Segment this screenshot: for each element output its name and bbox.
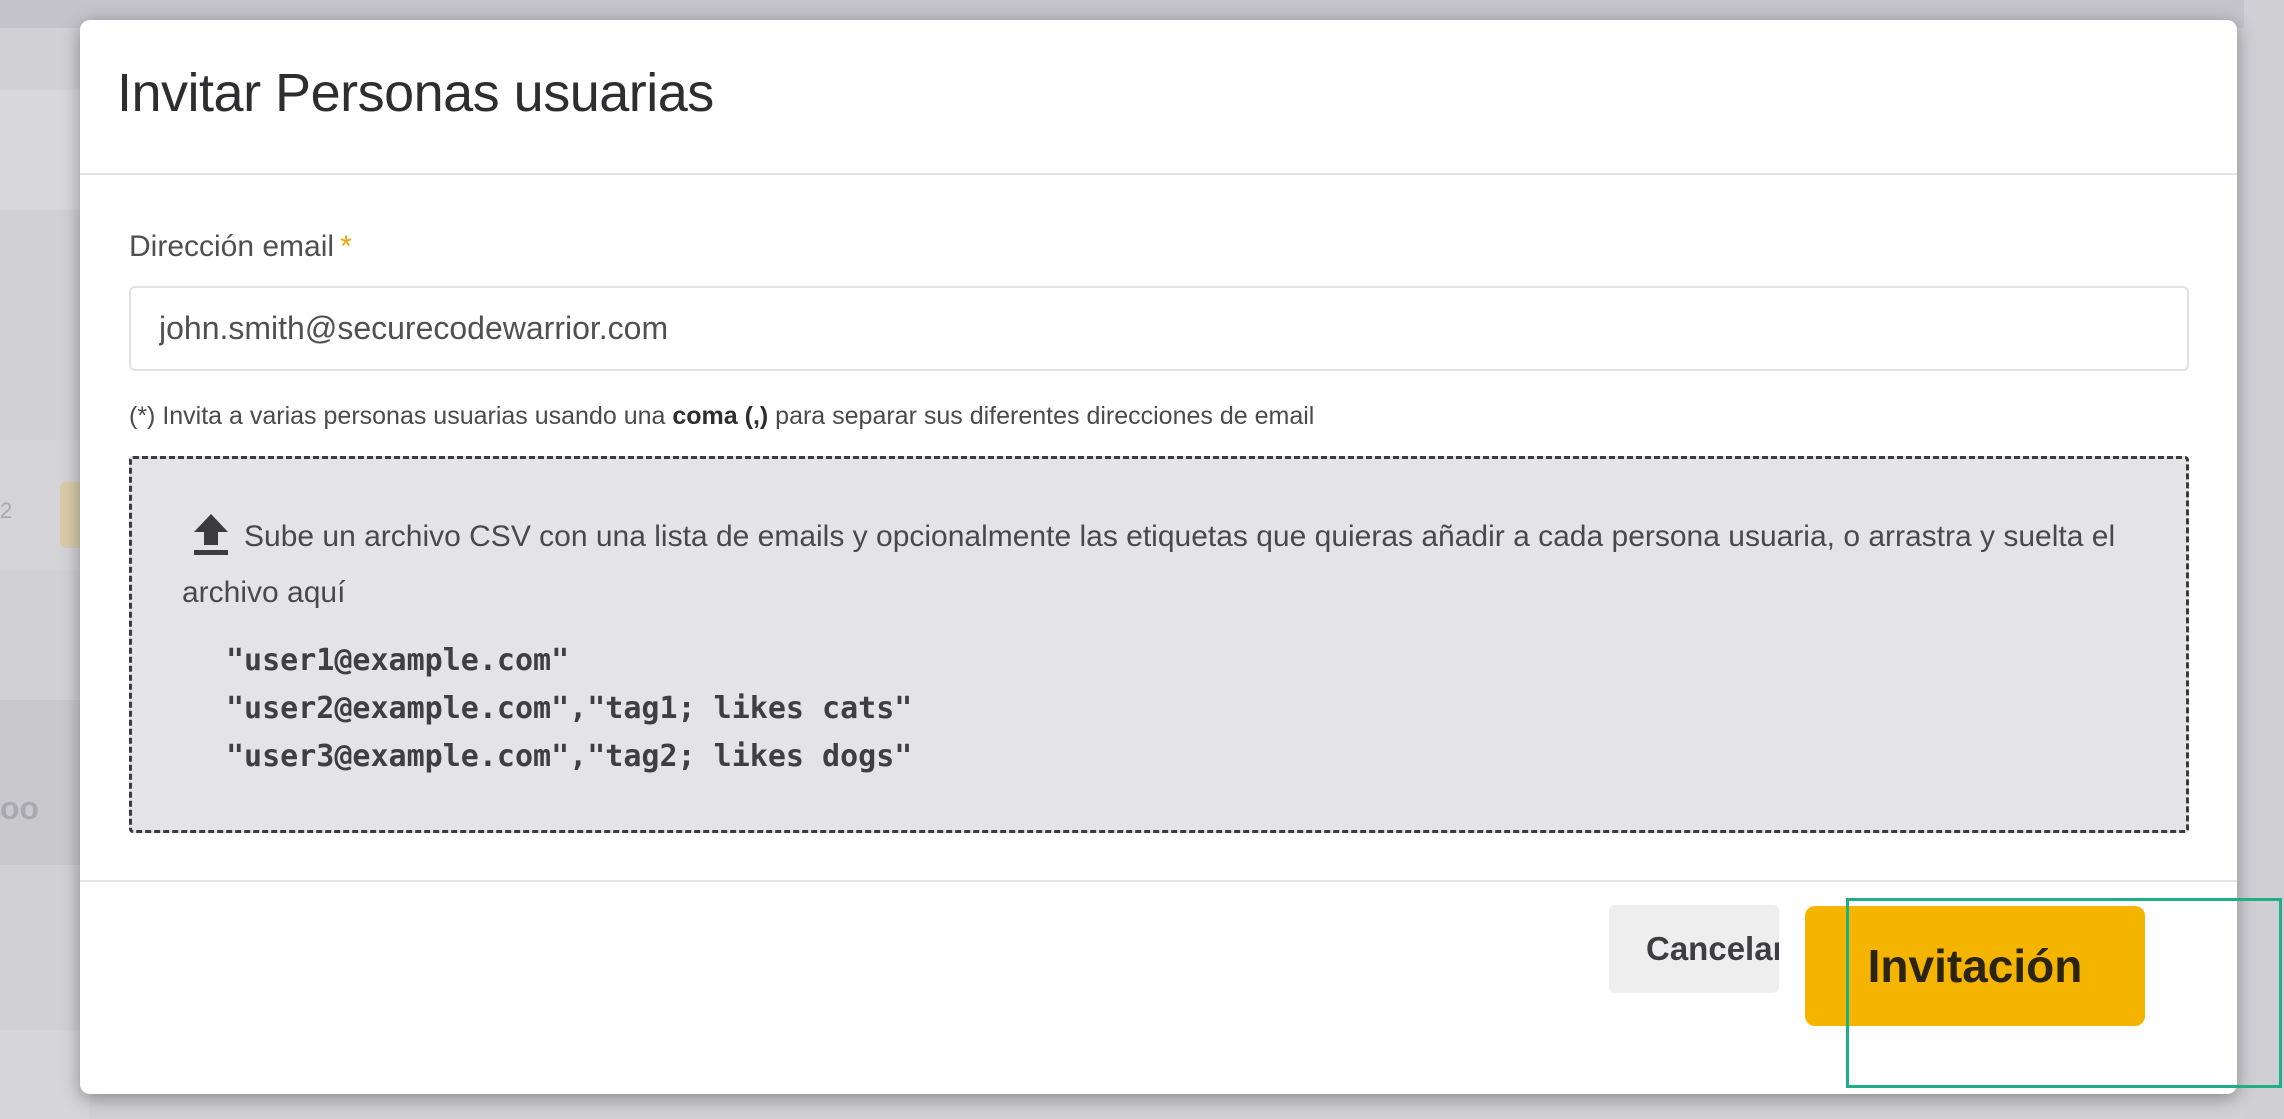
cancel-button[interactable]: Cancelar <box>1609 905 1779 993</box>
upload-icon <box>190 512 232 556</box>
background-text-fragment: oo <box>0 790 40 826</box>
dropzone-instructions: Sube un archivo CSV con una lista de ema… <box>182 509 2142 621</box>
invite-button[interactable]: Invitación <box>1805 906 2145 1026</box>
dropzone-text: Sube un archivo CSV con una lista de ema… <box>182 520 2116 609</box>
email-input[interactable] <box>129 286 2189 371</box>
help-text-prefix: (*) Invita a varias personas usuarias us… <box>129 402 673 430</box>
background-text-fragment: 2 <box>0 498 13 523</box>
email-field-label: Dirección email * <box>129 230 352 264</box>
help-text-suffix: para separar sus diferentes direcciones … <box>768 402 1315 430</box>
background-row <box>0 700 90 865</box>
modal-title: Invitar Personas usuarias <box>117 63 714 123</box>
csv-dropzone[interactable]: Sube un archivo CSV con una lista de ema… <box>129 456 2189 833</box>
email-help-text: (*) Invita a varias personas usuarias us… <box>129 402 1314 431</box>
help-text-emphasis: coma (,) <box>672 402 769 430</box>
csv-sample-line: "user2@example.com","tag1; likes cats" <box>226 691 913 726</box>
background-row <box>0 90 90 210</box>
csv-sample-line: "user1@example.com" <box>226 643 570 678</box>
required-marker: * <box>340 230 352 263</box>
csv-sample-line: "user3@example.com","tag2; likes dogs" <box>226 739 913 774</box>
background-right-edge <box>2244 0 2284 1119</box>
background-row <box>0 1030 90 1119</box>
email-label-text: Dirección email <box>129 230 335 263</box>
csv-sample: "user1@example.com" "user2@example.com","… <box>226 637 912 781</box>
modal-header: Invitar Personas usuarias <box>80 20 2237 175</box>
